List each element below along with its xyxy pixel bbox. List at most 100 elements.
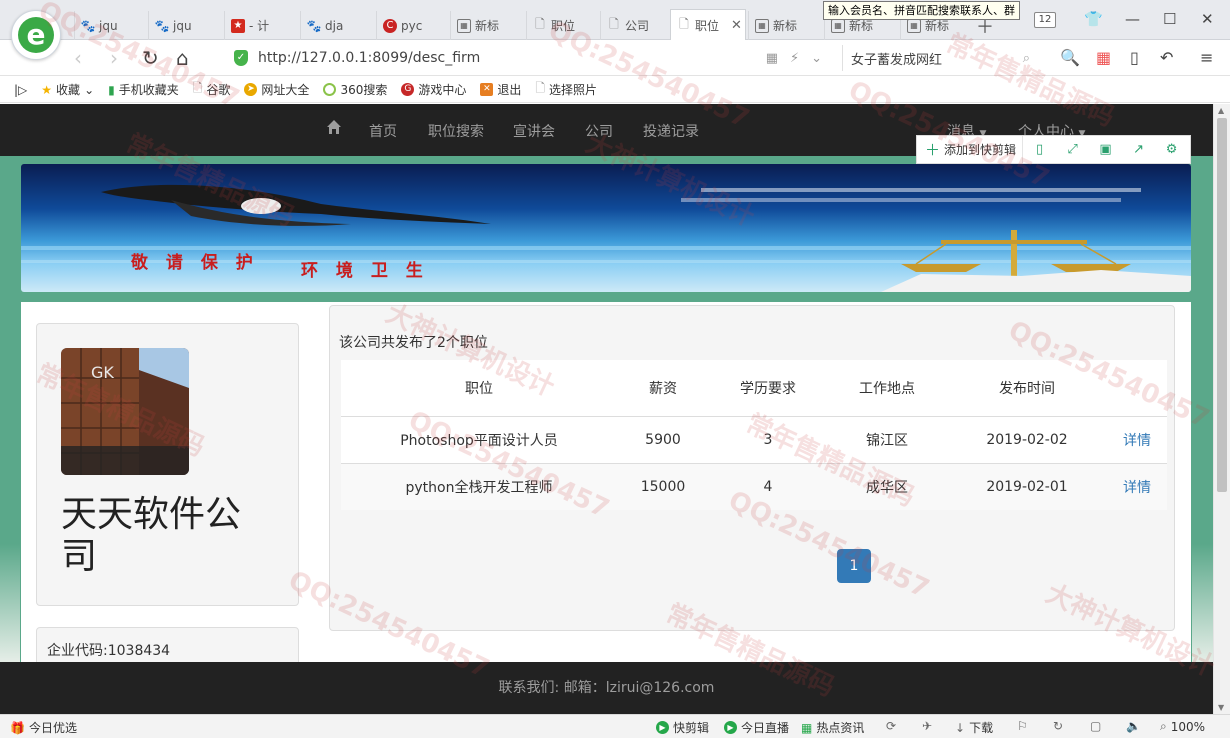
status-live[interactable]: ▶ 今日直播	[724, 719, 789, 736]
speed-icon[interactable]: ⟳	[886, 719, 896, 733]
document-icon: 🗋	[535, 81, 546, 95]
share-icon[interactable]: ↗	[1122, 142, 1155, 157]
bookmark-mobile[interactable]: ▮ 手机收藏夹	[108, 81, 179, 98]
nav-applications[interactable]: 投递记录	[643, 121, 699, 141]
add-quick-clip-button[interactable]: ＋添加到快剪辑	[917, 136, 1024, 163]
fullscreen-icon[interactable]: ⤢	[1056, 142, 1089, 157]
apps-icon[interactable]: ▦	[1096, 48, 1111, 67]
document-icon: 🗋	[679, 17, 689, 31]
sidebar-toggle-icon[interactable]: |▷	[14, 83, 27, 97]
nav-home[interactable]: 首页	[369, 121, 397, 141]
nav-seminar[interactable]: 宣讲会	[513, 121, 555, 141]
grid-icon: ▦	[831, 18, 845, 33]
bookmark-google[interactable]: 🗋 谷歌	[193, 79, 231, 100]
site-footer: 联系我们: 邮箱：lzirui@126.com	[0, 662, 1213, 714]
download-icon: ↓	[955, 720, 966, 735]
job-education: 3	[709, 415, 827, 463]
volume-icon[interactable]: 🔈	[1126, 719, 1141, 733]
zoom-icon: ⌕	[1160, 719, 1167, 733]
col-header: 发布时间	[947, 360, 1107, 416]
home-icon[interactable]: ⌂	[176, 46, 189, 70]
phone-icon[interactable]: ▯	[1130, 48, 1139, 67]
bookmark-games[interactable]: G 游戏中心	[401, 81, 466, 98]
browser-tab[interactable]: ▦ 新标	[748, 11, 822, 40]
window-icon[interactable]: ▢	[1090, 719, 1101, 733]
refresh-icon[interactable]: ↻	[1053, 719, 1063, 733]
undo-icon[interactable]: ↶	[1160, 48, 1173, 67]
browser-tab[interactable]: 🐾 dja	[300, 11, 372, 40]
col-header: 工作地点	[827, 360, 947, 416]
shirt-icon[interactable]: 👕	[1084, 10, 1103, 28]
browser-tab[interactable]: 🗋 公司	[600, 11, 668, 40]
bookmark-sites[interactable]: ➤ 网址大全	[244, 81, 309, 98]
menu-icon[interactable]: ≡	[1200, 48, 1213, 67]
browser-tab[interactable]: ★ - 计	[224, 11, 296, 40]
compass-icon: ➤	[244, 83, 258, 96]
job-salary: 15000	[617, 462, 709, 510]
bookmark-icon[interactable]: ▯	[1023, 142, 1056, 157]
red-flag-icon: ★	[231, 18, 245, 33]
scrollbar[interactable]: ▲ ▼	[1213, 104, 1230, 714]
browser-tab-active[interactable]: 🗋 职位 ✕	[670, 9, 746, 41]
lightning-icon[interactable]: ▦⚡⌄	[766, 51, 834, 66]
scrollbar-thumb[interactable]	[1217, 118, 1227, 492]
paw-icon: 🐾	[306, 18, 322, 33]
bookmark-360[interactable]: 360搜索	[323, 81, 387, 98]
scroll-up-icon[interactable]: ▲	[1218, 106, 1224, 115]
shield-icon: ✓	[234, 50, 248, 66]
home-icon[interactable]	[326, 119, 342, 135]
browser-tab[interactable]: ▦ 新标	[450, 11, 524, 40]
scroll-down-icon[interactable]: ▼	[1218, 703, 1224, 712]
quick-clip-toolbar: ＋添加到快剪辑 ▯ ⤢ ▣ ↗ ⚙	[916, 135, 1191, 164]
status-bar: 🎁 今日优选 ▶ 快剪辑 ▶ 今日直播 ▦ 热点资讯 ⟳ ✈ ↓ 下载 ⚐ ↻ ▢ 🔈 ⌕…	[0, 714, 1230, 738]
search-icon[interactable]: ⌕	[1023, 51, 1030, 66]
rocket-icon[interactable]: ✈	[922, 719, 932, 733]
status-zoom[interactable]: ⌕ 100%	[1160, 719, 1205, 734]
grid-icon: ▦	[457, 18, 471, 33]
col-header: 学历要求	[709, 360, 827, 416]
grid-icon: ▦	[907, 18, 921, 33]
tab-count-badge[interactable]: 12	[1034, 12, 1056, 28]
forward-icon[interactable]: ›	[110, 46, 118, 70]
status-download[interactable]: ↓ 下载	[955, 719, 993, 736]
close-tab-icon[interactable]: ✕	[731, 18, 742, 33]
status-quick-clip[interactable]: ▶ 快剪辑	[656, 719, 709, 736]
browser-tab[interactable]: 🐾 jqu	[148, 11, 220, 40]
back-icon[interactable]: ‹	[74, 46, 82, 70]
jobs-summary: 该公司共发布了2个职位	[339, 335, 488, 351]
minimize-button[interactable]: —	[1125, 10, 1140, 28]
search-button-icon[interactable]: 🔍	[1060, 48, 1080, 67]
maximize-button[interactable]: ☐	[1163, 10, 1176, 28]
bookmark-photo[interactable]: 🗋 选择照片	[535, 79, 597, 100]
document-icon: 🗋	[535, 17, 545, 31]
bookmark-logout[interactable]: ✕ 退出	[480, 81, 521, 98]
grid-icon: ▦	[755, 18, 769, 33]
nav-company[interactable]: 公司	[585, 121, 613, 141]
job-date: 2019-02-02	[947, 415, 1107, 463]
col-header: 薪资	[617, 360, 709, 416]
table-row: python全栈开发工程师 15000 4 成华区 2019-02-01 详情	[341, 462, 1167, 510]
settings-icon[interactable]: ⚙	[1155, 142, 1188, 157]
bookmark-favorites[interactable]: ★ 收藏 ⌄	[41, 81, 94, 98]
flag-icon[interactable]: ⚐	[1017, 719, 1028, 733]
browser-logo[interactable]: e	[11, 10, 61, 60]
job-education: 4	[709, 462, 827, 510]
nav-job-search[interactable]: 职位搜索	[428, 121, 484, 141]
status-today-picks[interactable]: 🎁 今日优选	[10, 719, 77, 736]
pagination-page-1[interactable]: 1	[837, 549, 871, 583]
building-icon: GK	[61, 348, 189, 475]
job-detail-link[interactable]: 详情	[1107, 415, 1167, 463]
tooltip: 输入会员名、拼音匹配搜索联系人、群	[823, 1, 1020, 20]
job-detail-link[interactable]: 详情	[1107, 462, 1167, 510]
search-input[interactable]: 女子蓄发成网红 ⌕	[842, 45, 1036, 71]
paw-icon: 🐾	[80, 18, 96, 33]
browser-tab[interactable]: C pyc	[376, 11, 448, 40]
status-news[interactable]: ▦ 热点资讯	[801, 719, 864, 736]
url-field[interactable]: ✓ http://127.0.0.1:8099/desc_firm ▦⚡⌄	[228, 45, 834, 71]
browser-tab[interactable]: 🐾 jqu	[74, 11, 144, 40]
close-window-button[interactable]: ✕	[1201, 10, 1214, 28]
refresh-icon[interactable]: ↻	[142, 46, 159, 70]
banner-slogan-right: 环 境 卫 生	[301, 261, 429, 281]
save-icon[interactable]: ▣	[1089, 142, 1122, 157]
browser-tab[interactable]: 🗋 职位	[526, 11, 598, 40]
